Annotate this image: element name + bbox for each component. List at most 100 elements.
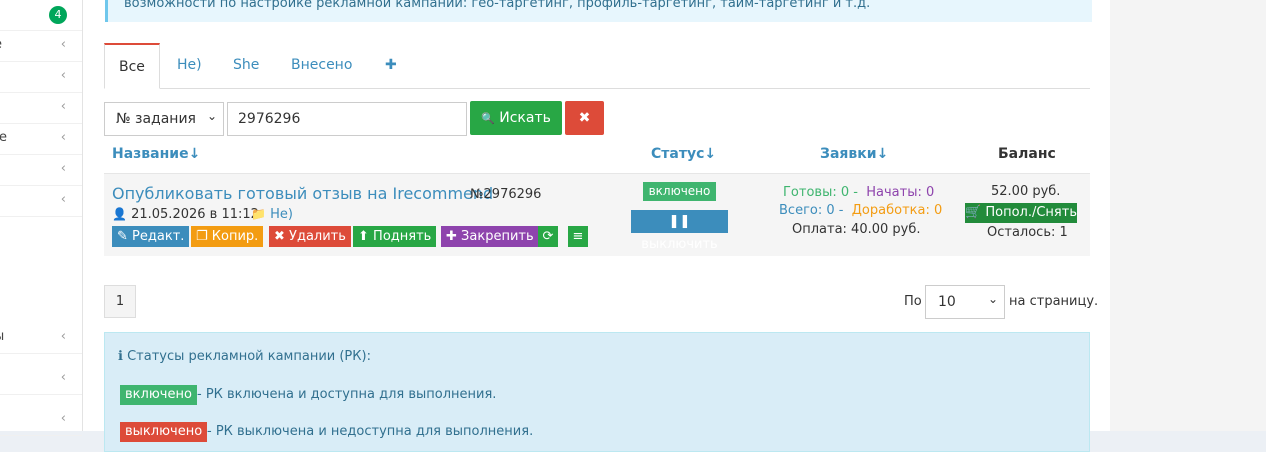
chevron-left-icon: ‹ — [60, 192, 66, 207]
sidebar-item-1[interactable]: e ‹ — [0, 31, 82, 62]
sidebar-item-3[interactable]: ‹ — [0, 93, 82, 124]
sidebar-item-7[interactable]: ы ‹ — [0, 323, 82, 354]
column-header-name-label: Название — [112, 146, 189, 162]
started-count: 0 — [926, 185, 935, 200]
column-header-requests[interactable]: Заявки↓ — [820, 146, 888, 162]
sidebar-item-6[interactable]: ‹ — [0, 186, 82, 217]
clear-search-button[interactable]: ✖ — [565, 101, 604, 135]
per-page-select[interactable]: 10 ⌄ — [925, 285, 1005, 319]
per-page-prefix: По — [904, 294, 922, 309]
balance-amount: 52.00 руб. — [991, 184, 1061, 199]
sidebar-item-label: ы — [0, 329, 4, 344]
task-date-text: 21.05.2026 в 11:12 — [131, 207, 259, 222]
task-folder-text: Не) — [270, 207, 293, 222]
chevron-down-icon: ⌄ — [206, 109, 217, 123]
status-legend-title-text: Статусы рекламной кампании (РК): — [127, 349, 371, 364]
close-icon: ✖ — [578, 110, 591, 126]
chevron-left-icon: ‹ — [60, 329, 66, 344]
count-badge: 4 — [49, 6, 67, 24]
add-tab-icon[interactable]: ✚ — [371, 43, 411, 87]
arrow-up-icon: ⬆ — [358, 229, 369, 244]
sort-arrow-icon: ↓ — [704, 146, 717, 162]
requests-total: Всего: 0 - Доработка: 0 — [779, 203, 943, 218]
sidebar-item-0[interactable]: 4 — [0, 0, 82, 31]
pin-button[interactable]: ✚ Закрепить — [441, 226, 539, 247]
ready-label: Готовы: — [783, 185, 837, 200]
database-button[interactable]: ≡ — [568, 226, 588, 247]
folder-icon: 📁 — [251, 207, 266, 221]
raise-button-label: Поднять — [373, 229, 432, 244]
sidebar-item-9[interactable]: ‹ — [0, 405, 82, 436]
per-page-suffix: на страницу. — [1009, 294, 1099, 309]
delete-button[interactable]: ✖ Удалить — [269, 226, 351, 247]
task-number: №2976296 — [470, 187, 542, 202]
status-legend-title: ℹ Статусы рекламной кампании (РК): — [118, 349, 371, 364]
refresh-button[interactable]: ⟳ — [538, 226, 558, 247]
topup-button[interactable]: 🛒 Попол./Снять — [965, 203, 1077, 223]
edit-button[interactable]: ✎ Редакт. — [112, 226, 190, 247]
info-callout-text: возможности по настройке рекламной кампа… — [124, 0, 871, 11]
pagination-page-1[interactable]: 1 — [104, 285, 136, 318]
pause-icon: ❚❚ — [668, 214, 691, 229]
search-button-label: Искать — [499, 110, 551, 126]
info-icon: ℹ — [118, 349, 123, 364]
topup-button-label: Попол./Снять — [985, 205, 1077, 220]
column-header-requests-label: Заявки — [820, 146, 877, 162]
column-header-balance: Баланс — [998, 146, 1056, 162]
sidebar-item-8[interactable]: ‹ — [0, 364, 82, 395]
sidebar-item-label: re — [0, 130, 8, 145]
legend-off-text: - РК выключена и недоступна для выполнен… — [207, 424, 534, 439]
pencil-icon: ✎ — [117, 229, 128, 244]
sidebar-item-4[interactable]: re ‹ — [0, 124, 82, 155]
tab-ne[interactable]: Не) — [163, 43, 216, 87]
task-date: 👤 21.05.2026 в 11:12 — [112, 207, 259, 222]
disable-button[interactable]: ❚❚ выключить — [631, 210, 728, 252]
copy-button[interactable]: ❐ Копир. — [191, 226, 264, 247]
column-header-name[interactable]: Название↓ — [112, 146, 200, 162]
sort-arrow-icon: ↓ — [876, 146, 889, 162]
sort-arrow-icon: ↓ — [188, 146, 201, 162]
copy-button-label: Копир. — [211, 229, 259, 244]
edit-button-label: Редакт. — [132, 229, 185, 244]
legend-off-badge: выключено — [120, 422, 208, 442]
pin-button-label: Закрепить — [461, 229, 534, 244]
chevron-down-icon: ⌄ — [987, 292, 998, 306]
refresh-icon: ⟳ — [542, 229, 554, 244]
sidebar-item-5[interactable]: ‹ — [0, 155, 82, 186]
right-panel — [1110, 0, 1266, 431]
disable-button-label: выключить — [641, 237, 718, 252]
task-title-link[interactable]: Опубликовать готовый отзыв на Irecommend — [112, 184, 493, 203]
chevron-left-icon: ‹ — [60, 370, 66, 385]
chevron-left-icon: ‹ — [60, 161, 66, 176]
chevron-left-icon: ‹ — [60, 68, 66, 83]
total-label: Всего: — [779, 203, 823, 218]
column-header-status[interactable]: Статус↓ — [651, 146, 716, 162]
ready-count: 0 — [840, 185, 850, 200]
per-page-value: 10 — [938, 294, 956, 310]
legend-on-text: - РК включена и доступна для выполнения. — [197, 387, 497, 402]
search-icon: 🔍 — [481, 112, 495, 125]
tab-all[interactable]: Все — [104, 43, 160, 89]
status-badge: включено — [643, 182, 716, 201]
rework-count: 0 — [933, 203, 943, 218]
user-icon: 👤 — [112, 207, 127, 221]
pin-icon: ✚ — [446, 229, 457, 244]
database-icon: ≡ — [572, 229, 584, 244]
search-field-select[interactable]: № задания ⌄ — [104, 102, 224, 136]
remaining-count: Осталось: 1 — [987, 225, 1068, 240]
tab-vneseno[interactable]: Внесено — [277, 43, 366, 87]
info-callout: возможности по настройке рекламной кампа… — [105, 0, 1092, 22]
search-button[interactable]: 🔍 Искать — [470, 101, 562, 135]
rework-label: Доработка: — [851, 203, 930, 218]
sidebar-item-2[interactable]: ‹ — [0, 62, 82, 93]
raise-button[interactable]: ⬆ Поднять — [353, 226, 437, 247]
delete-button-label: Удалить — [289, 229, 346, 244]
copy-icon: ❐ — [196, 229, 208, 244]
task-folder[interactable]: 📁 Не) — [251, 207, 293, 222]
sidebar-item-label: e — [0, 37, 2, 52]
search-input[interactable] — [227, 102, 467, 136]
chevron-left-icon: ‹ — [60, 130, 66, 145]
sidebar: 4 e ‹ ‹ ‹ re ‹ ‹ ‹ ы ‹ ‹ ‹ — [0, 0, 83, 436]
column-header-status-label: Статус — [651, 146, 705, 162]
tab-she[interactable]: She — [219, 43, 273, 87]
